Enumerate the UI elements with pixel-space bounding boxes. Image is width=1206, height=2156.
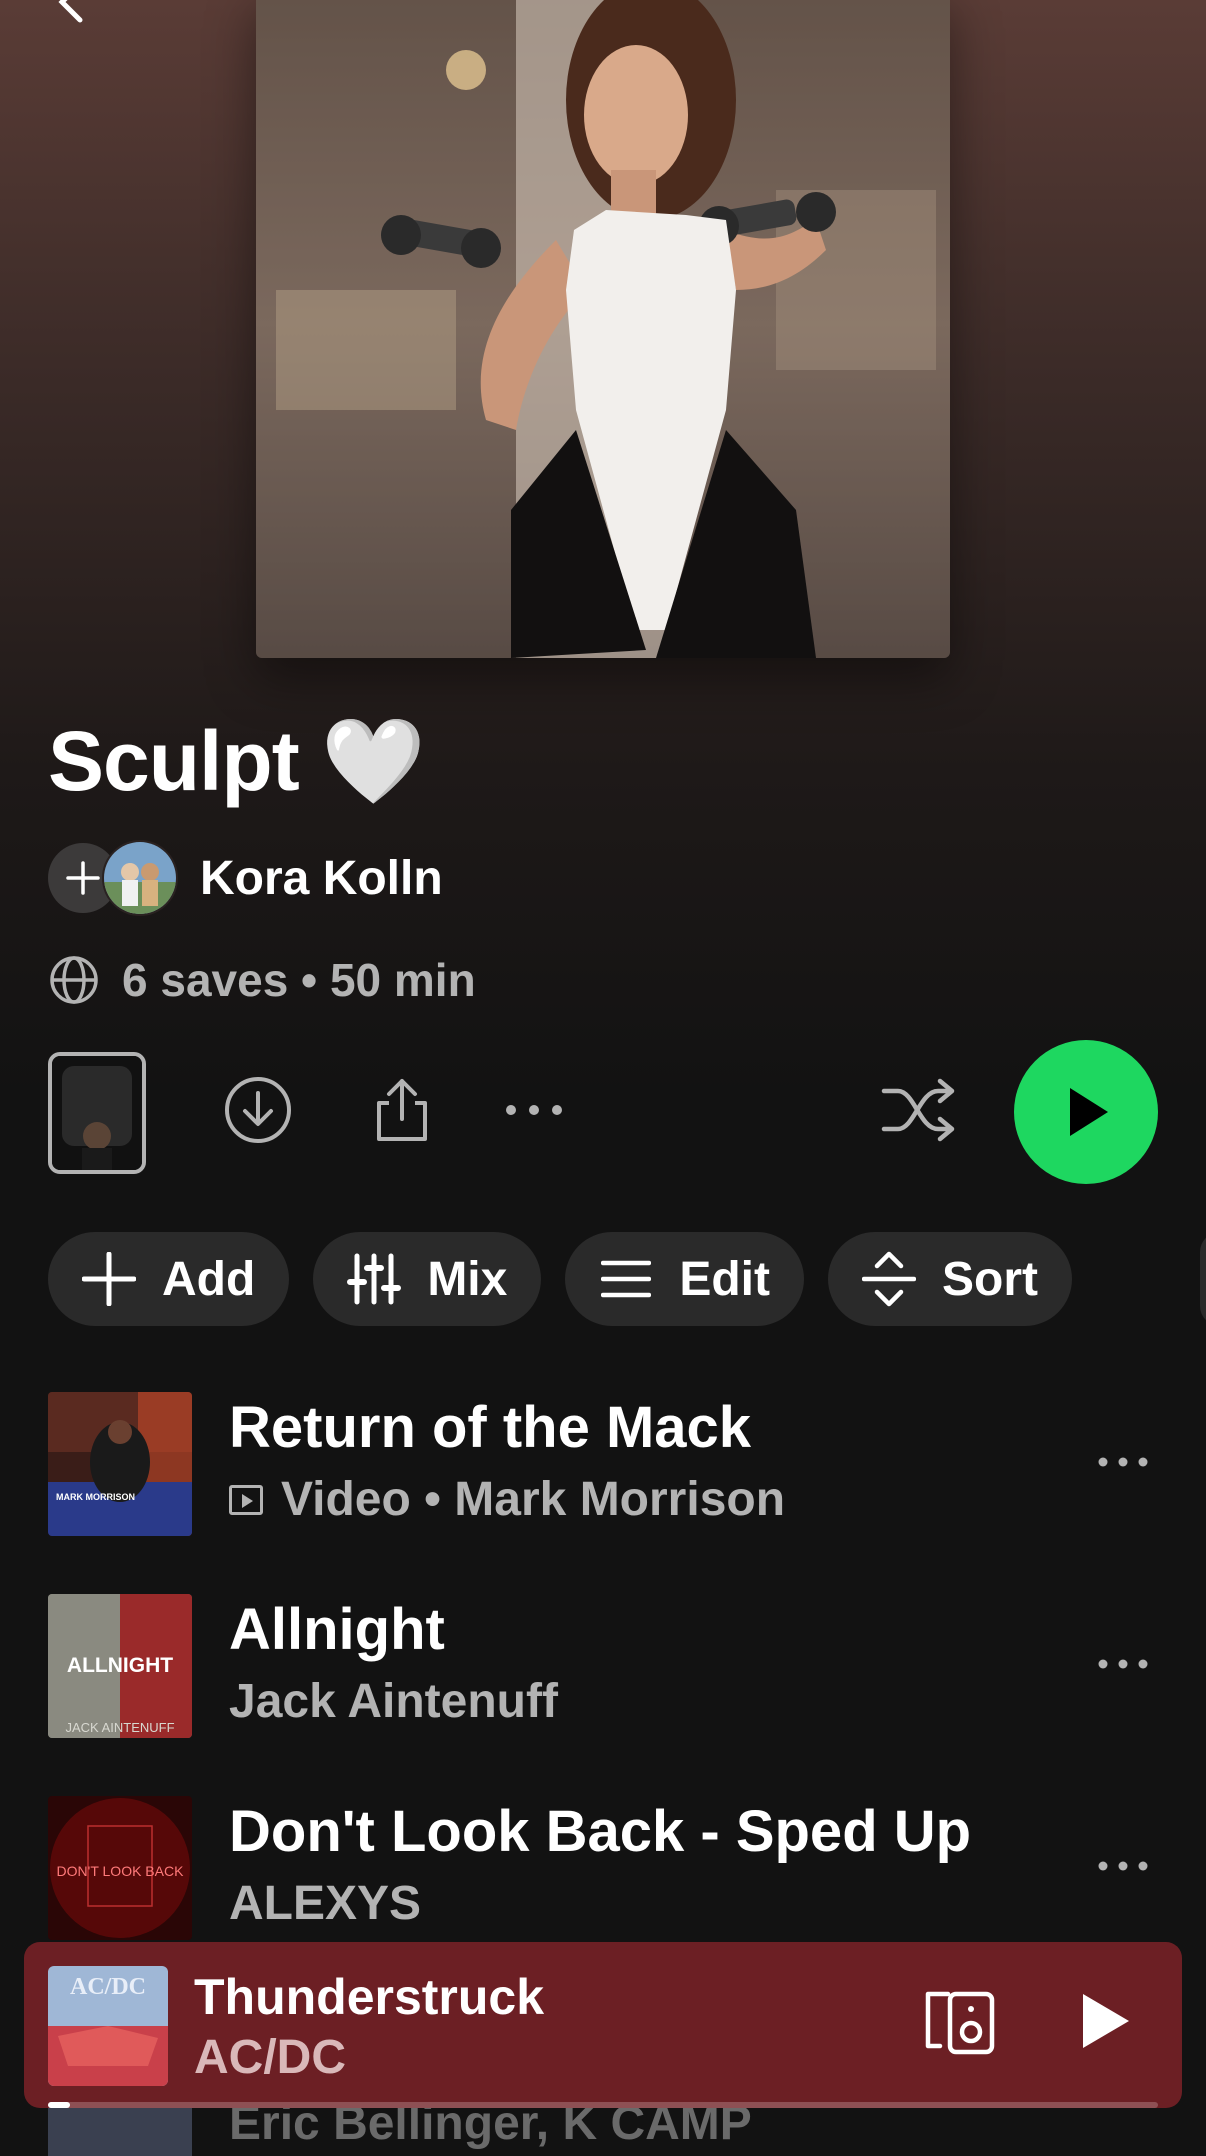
- more-horizontal-icon: [506, 1105, 562, 1115]
- shuffle-button[interactable]: [878, 1070, 958, 1150]
- more-horizontal-icon: [1098, 1457, 1148, 1467]
- track-artist: Video • Mark Morrison: [281, 1473, 786, 1526]
- svg-text:MARK MORRISON: MARK MORRISON: [56, 1492, 135, 1502]
- track-more-button[interactable]: [1088, 1634, 1158, 1694]
- track-artwork: ALLNIGHT JACK AINTENUFF: [48, 1594, 192, 1738]
- now-playing-bar[interactable]: AC/DC Thunderstruck AC/DC: [24, 1942, 1182, 2108]
- artwork-text: DON'T LOOK BACK: [57, 1863, 185, 1879]
- track-more-button[interactable]: [1088, 1836, 1158, 1896]
- playlist-preview-button[interactable]: [48, 1052, 146, 1174]
- connect-device-button[interactable]: [920, 1982, 1000, 2062]
- more-horizontal-icon: [1098, 1659, 1148, 1669]
- chip-label: Edit: [679, 1252, 770, 1306]
- track-subtitle: Jack Aintenuff: [229, 1674, 558, 1729]
- more-horizontal-icon: [1098, 1861, 1148, 1871]
- plus-icon: [80, 1250, 138, 1308]
- artwork-text: ALLNIGHT: [67, 1654, 173, 1677]
- sliders-icon: [345, 1250, 403, 1308]
- track-subtitle: Video • Mark Morrison: [229, 1472, 785, 1527]
- track-row[interactable]: MARK MORRISON Return of the Mack Video •…: [48, 1392, 1158, 1538]
- filter-chips: Add Mix Edit Sort: [48, 1232, 1072, 1326]
- chevron-left-icon: [58, 0, 83, 23]
- back-button[interactable]: [40, 0, 100, 40]
- chip-label: Mix: [427, 1252, 508, 1306]
- playlist-cover-image: [256, 0, 950, 658]
- now-playing-artwork: AC/DC: [48, 1966, 168, 2086]
- list-icon: [597, 1250, 655, 1308]
- saves-duration: 6 saves • 50 min: [122, 954, 476, 1006]
- download-button[interactable]: [218, 1070, 298, 1150]
- play-icon: [1083, 1994, 1129, 2048]
- track-title: Return of the Mack: [229, 1395, 752, 1460]
- progress-fill: [48, 2102, 71, 2108]
- share-button[interactable]: [362, 1070, 442, 1150]
- track-title: Allnight: [229, 1597, 445, 1662]
- action-bar: [48, 1040, 1158, 1200]
- artwork-subtext: JACK AINTENUFF: [65, 1720, 174, 1735]
- add-chip[interactable]: Add: [48, 1232, 290, 1326]
- devices-icon: [925, 1991, 995, 2055]
- avatar[interactable]: [102, 840, 178, 916]
- track-title: Don't Look Back - Sped Up: [229, 1799, 972, 1864]
- shuffle-icon: [881, 1078, 955, 1142]
- track-subtitle: ALEXYS: [229, 1876, 421, 1931]
- edit-chip[interactable]: Edit: [565, 1232, 804, 1326]
- more-chips-peek[interactable]: [1200, 1232, 1206, 1326]
- now-playing-title: Thunderstruck: [194, 1969, 545, 2025]
- track-artist: Jack Aintenuff: [229, 1675, 558, 1728]
- track-more-button[interactable]: [1088, 1432, 1158, 1492]
- mini-play-button[interactable]: [1060, 1976, 1150, 2066]
- playlist-title: Sculpt 🤍: [48, 714, 426, 808]
- sort-icon: [860, 1250, 918, 1308]
- track-row[interactable]: ALLNIGHT JACK AINTENUFF Allnight Jack Ai…: [48, 1594, 1158, 1740]
- playlist-meta: 6 saves • 50 min: [48, 950, 476, 1010]
- owner-name[interactable]: Kora Kolln: [200, 851, 443, 906]
- owner-row: Kora Kolln: [48, 840, 443, 916]
- playback-progress[interactable]: [48, 2102, 1158, 2108]
- more-options-button[interactable]: [494, 1070, 574, 1150]
- artwork-text: AC/DC: [70, 1974, 146, 2000]
- chip-label: Sort: [941, 1252, 1038, 1306]
- globe-icon: [50, 956, 98, 1004]
- now-playing-artist: AC/DC: [194, 2031, 346, 2084]
- download-icon: [225, 1077, 291, 1143]
- play-icon: [1070, 1088, 1108, 1136]
- track-row[interactable]: DON'T LOOK BACK Don't Look Back - Sped U…: [48, 1796, 1158, 1942]
- sort-chip[interactable]: Sort: [827, 1232, 1072, 1326]
- plus-icon: [66, 861, 100, 895]
- share-icon: [377, 1079, 427, 1141]
- track-artwork: DON'T LOOK BACK: [48, 1796, 192, 1940]
- track-artwork: MARK MORRISON: [48, 1392, 192, 1536]
- track-artist: ALEXYS: [229, 1877, 422, 1930]
- chip-label: Add: [162, 1252, 256, 1306]
- mix-chip[interactable]: Mix: [313, 1232, 542, 1326]
- video-icon: [229, 1484, 263, 1515]
- play-button[interactable]: [1014, 1040, 1158, 1184]
